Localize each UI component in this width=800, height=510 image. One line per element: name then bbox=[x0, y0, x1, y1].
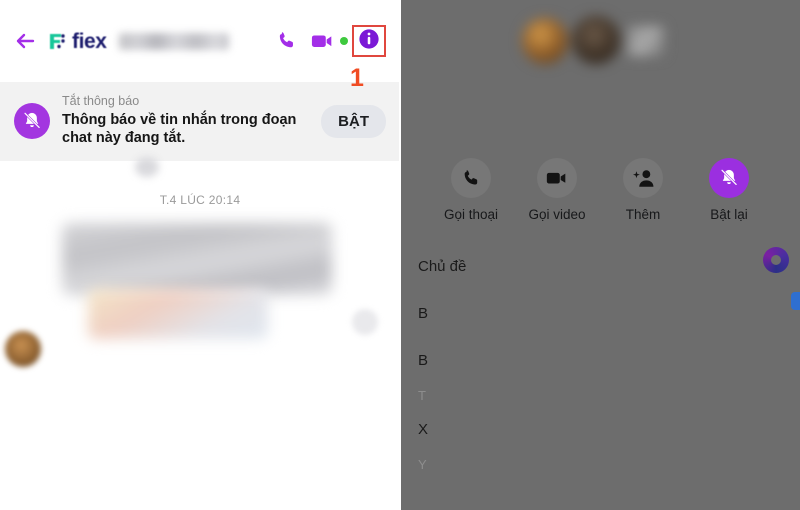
action-unmute-label: Bật lại bbox=[710, 207, 748, 222]
avatar bbox=[628, 26, 664, 56]
phone-call-icon[interactable] bbox=[270, 24, 304, 58]
bell-slash-icon bbox=[14, 103, 50, 140]
message-bubble-blurred bbox=[62, 223, 332, 296]
message-attachment-blurred bbox=[88, 289, 268, 340]
conversation-name-blurred bbox=[118, 32, 229, 50]
avatar bbox=[522, 18, 568, 64]
step-marker-1: 1 bbox=[350, 64, 364, 92]
online-status-dot bbox=[340, 37, 348, 45]
action-add-member[interactable]: Thêm bbox=[608, 158, 678, 222]
turn-on-notifications-button[interactable]: BẬT bbox=[321, 104, 386, 138]
settings-row-theme[interactable]: Chủ đề bbox=[400, 243, 800, 290]
settings-row-5[interactable]: X bbox=[400, 406, 800, 453]
settings-row-6: Y bbox=[418, 456, 427, 472]
panel-divider bbox=[399, 0, 401, 510]
conversation-details-panel: 2Nhấn vào tên nhóm Gọi thoại bbox=[400, 0, 800, 510]
action-video-call-label: Gọi video bbox=[528, 207, 586, 222]
chat-conversation-panel: fiex 1 Tắt thông báo Thông báo về tin nh… bbox=[0, 0, 400, 510]
video-camera-icon[interactable] bbox=[306, 24, 340, 58]
fiex-logo-text: fiex bbox=[72, 29, 107, 53]
mute-notification-title: Tắt thông báo bbox=[62, 94, 140, 108]
conversation-settings-list: Chủ đề B B T X Y bbox=[400, 243, 800, 475]
bell-slash-icon bbox=[709, 158, 749, 198]
action-voice-call-label: Gọi thoại bbox=[443, 207, 499, 222]
action-add-member-label: Thêm bbox=[625, 207, 661, 222]
message-timestamp: T.4 LÚC 20:14 bbox=[159, 193, 241, 208]
screenshot-root: fiex 1 Tắt thông báo Thông báo về tin nh… bbox=[0, 0, 800, 510]
avatar bbox=[572, 16, 620, 64]
action-unmute[interactable]: Bật lại bbox=[694, 158, 764, 222]
add-person-icon bbox=[623, 158, 663, 198]
conversation-title-area[interactable]: fiex bbox=[48, 31, 270, 52]
conversation-info-highlight bbox=[352, 25, 386, 57]
quick-action-row: Gọi thoại Gọi video Thêm Bật lại bbox=[400, 158, 800, 222]
fiex-logo: fiex bbox=[48, 31, 107, 52]
back-arrow-icon[interactable] bbox=[10, 26, 40, 56]
info-circle-icon[interactable] bbox=[358, 28, 380, 55]
fiex-logo-mark bbox=[48, 31, 69, 52]
settings-row-2[interactable]: B bbox=[400, 290, 800, 337]
message-list[interactable]: T.4 LÚC 20:14 bbox=[0, 157, 400, 509]
accent-color-sliver bbox=[791, 292, 800, 310]
chat-header-actions bbox=[270, 24, 386, 58]
settings-row-3[interactable]: B bbox=[400, 337, 800, 384]
action-video-call[interactable]: Gọi video bbox=[522, 158, 592, 222]
avatar bbox=[5, 331, 41, 368]
video-camera-icon bbox=[537, 158, 577, 198]
theme-color-swatch[interactable] bbox=[763, 247, 789, 273]
message-reaction-blurred bbox=[352, 309, 378, 336]
group-avatar-stack bbox=[510, 12, 690, 74]
phone-call-icon bbox=[451, 158, 491, 198]
action-voice-call[interactable]: Gọi thoại bbox=[436, 158, 506, 222]
settings-row-4: T bbox=[418, 387, 426, 403]
mute-notification-banner: Tắt thông báo Thông báo về tin nhắn tron… bbox=[0, 82, 400, 162]
mute-notification-text: Tắt thông báo Thông báo về tin nhắn tron… bbox=[62, 94, 309, 148]
mute-notification-body: Thông báo về tin nhắn trong đoạn chat nà… bbox=[62, 111, 297, 147]
chat-header: fiex bbox=[0, 0, 400, 82]
